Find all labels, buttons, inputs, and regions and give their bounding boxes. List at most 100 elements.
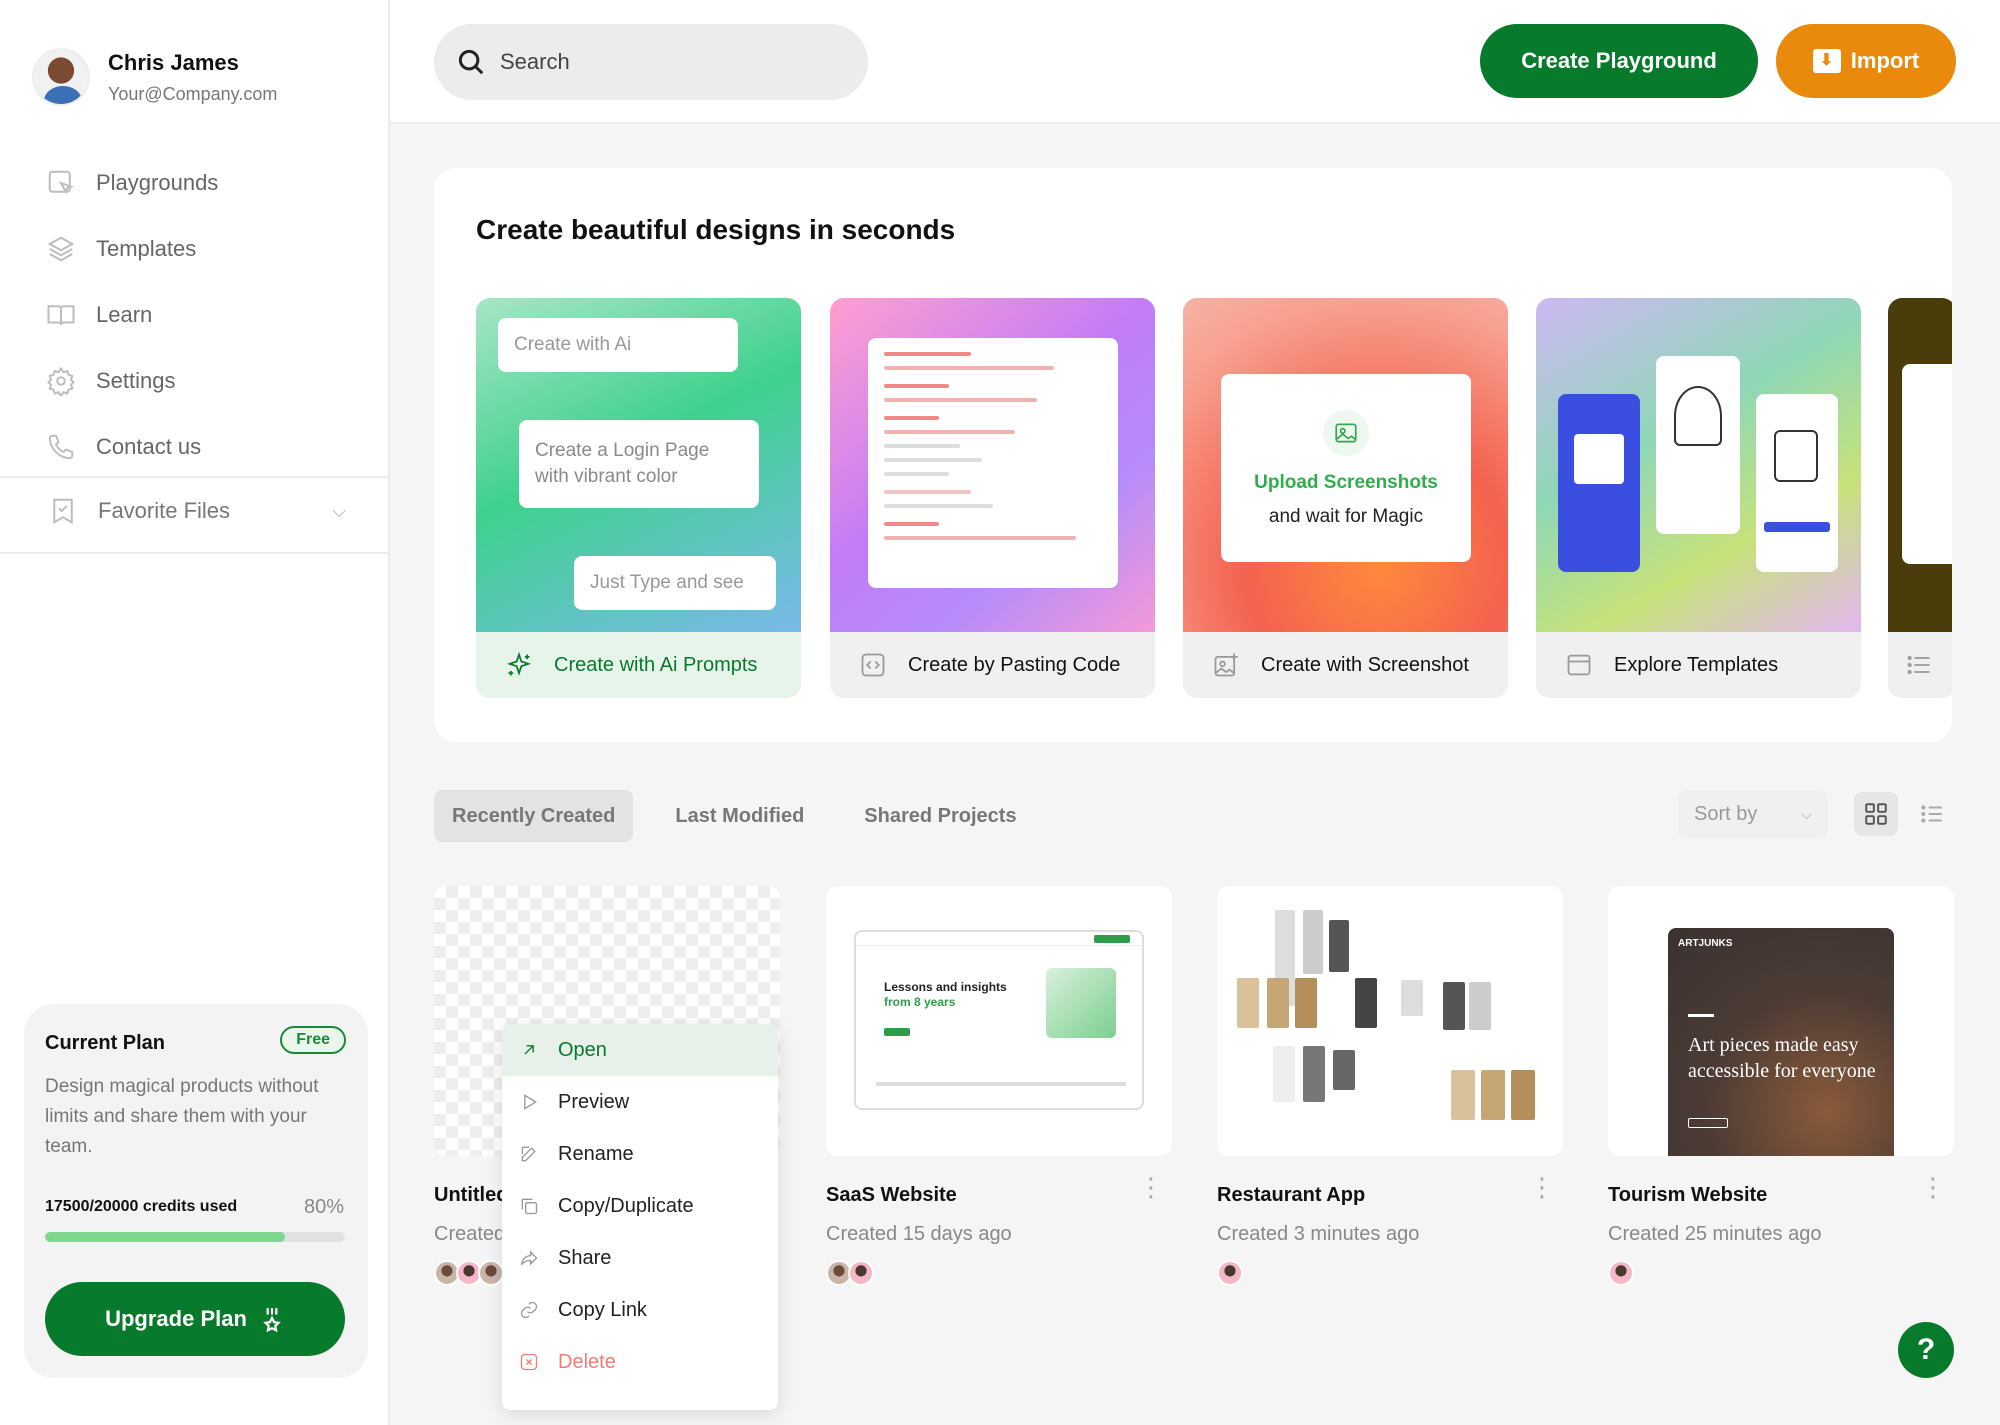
- profile-email: Your@Company.com: [108, 83, 278, 104]
- sort-label: Sort by: [1694, 802, 1758, 825]
- project-context-menu: Open Preview Rename Copy/Duplicate Share…: [502, 1024, 778, 1410]
- menu-item-delete[interactable]: Delete: [502, 1336, 778, 1388]
- menu-item-copy-link[interactable]: Copy Link: [502, 1284, 778, 1336]
- sidebar-item-label: Learn: [96, 302, 153, 327]
- avatar: [1217, 1260, 1243, 1286]
- upgrade-plan-button[interactable]: Upgrade Plan: [45, 1282, 345, 1356]
- menu-item-label: Share: [558, 1246, 612, 1269]
- card-screenshot[interactable]: Upload Screenshots and wait for Magic Cr…: [1183, 298, 1508, 698]
- card-more[interactable]: [1888, 298, 1952, 698]
- sidebar-item-playgrounds[interactable]: Playgrounds: [44, 150, 374, 216]
- card-code-footer: Create by Pasting Code: [830, 632, 1155, 698]
- card-ai-prompts[interactable]: Create with Ai Create a Login Page with …: [476, 298, 801, 698]
- more-options-icon[interactable]: ⋮: [1138, 1174, 1164, 1200]
- profile-text: Chris James Your@Company.com: [108, 50, 277, 105]
- list-icon: [1904, 650, 1934, 680]
- credits-progress-bar: [45, 1232, 345, 1242]
- collaborator-avatars: [1217, 1260, 1563, 1286]
- import-button[interactable]: Import: [1776, 24, 1956, 98]
- gear-icon: [44, 364, 78, 398]
- menu-item-label: Open: [558, 1038, 607, 1061]
- menu-item-preview[interactable]: Preview: [502, 1076, 778, 1128]
- site-logo: ARTJUNKS: [1678, 938, 1733, 949]
- create-designs-panel: Create beautiful designs in seconds Crea…: [434, 168, 1952, 742]
- card-more-preview: [1888, 298, 1952, 632]
- chevron-down-icon: ⌵: [1801, 805, 1812, 822]
- sidebar-item-settings[interactable]: Settings: [44, 348, 374, 414]
- card-ai-footer: Create with Ai Prompts: [476, 632, 801, 698]
- help-button[interactable]: ?: [1898, 1322, 1954, 1378]
- upgrade-plan-label: Upgrade Plan: [105, 1306, 247, 1331]
- upload-dropzone[interactable]: Upload Screenshots and wait for Magic: [1221, 374, 1471, 562]
- image-plus-icon: [1211, 650, 1241, 680]
- menu-item-label: Copy/Duplicate: [558, 1194, 694, 1217]
- project-card-tourism[interactable]: ARTJUNKS Art pieces made easy accessible…: [1608, 886, 1954, 1286]
- share-icon: [518, 1247, 540, 1269]
- sidebar-item-label: Settings: [96, 368, 176, 393]
- credits-progress-fill: [45, 1232, 285, 1242]
- tab-recently-created[interactable]: Recently Created: [434, 790, 634, 842]
- tab-shared-projects[interactable]: Shared Projects: [846, 790, 1034, 842]
- card-label: Create by Pasting Code: [908, 653, 1121, 676]
- project-tabs: Recently Created Last Modified Shared Pr…: [434, 790, 1059, 842]
- top-bar: Create Playground Import: [390, 0, 2000, 124]
- hero-title: Create beautiful designs in seconds: [476, 214, 956, 245]
- search-input[interactable]: [500, 49, 860, 75]
- project-subtitle: Created 3 minutes ago: [1217, 1223, 1420, 1245]
- avatar: [478, 1260, 504, 1286]
- project-thumbnail[interactable]: [1217, 886, 1563, 1156]
- collaborator-avatars: [1608, 1260, 1954, 1286]
- sidebar-item-templates[interactable]: Templates: [44, 216, 374, 282]
- list-view-button[interactable]: [1910, 792, 1954, 836]
- project-thumbnail[interactable]: ARTJUNKS Art pieces made easy accessible…: [1608, 886, 1954, 1156]
- tab-last-modified[interactable]: Last Modified: [657, 790, 822, 842]
- favorite-files-label: Favorite Files: [98, 498, 231, 523]
- menu-item-open[interactable]: Open: [502, 1024, 778, 1076]
- grid-view-button[interactable]: [1854, 792, 1898, 836]
- card-label: Create with Ai Prompts: [554, 653, 758, 676]
- template-icon: [1564, 650, 1594, 680]
- profile[interactable]: Chris James Your@Company.com: [32, 48, 277, 106]
- upload-title: Upload Screenshots: [1254, 472, 1438, 493]
- more-options-icon[interactable]: ⋮: [1529, 1174, 1555, 1200]
- sidebar-item-label: Templates: [96, 236, 197, 261]
- card-templates-preview: [1536, 298, 1861, 632]
- more-options-icon[interactable]: ⋮: [1920, 1174, 1946, 1200]
- card-paste-code[interactable]: Create by Pasting Code: [830, 298, 1155, 698]
- card-ai-preview: Create with Ai Create a Login Page with …: [476, 298, 801, 632]
- favorite-files-toggle[interactable]: Favorite Files ⌵: [46, 494, 346, 528]
- card-templates[interactable]: Explore Templates: [1536, 298, 1861, 698]
- avatar: [1608, 1260, 1634, 1286]
- menu-item-rename[interactable]: Rename: [502, 1128, 778, 1180]
- card-screenshot-footer: Create with Screenshot: [1183, 632, 1508, 698]
- play-icon: [518, 1091, 540, 1113]
- sidebar-item-contact[interactable]: Contact us: [44, 414, 374, 480]
- plan-title: Current Plan: [45, 1032, 166, 1054]
- menu-item-duplicate[interactable]: Copy/Duplicate: [502, 1180, 778, 1232]
- sidebar-item-learn[interactable]: Learn: [44, 282, 374, 348]
- project-card-saas[interactable]: Lessons and insights from 8 years SaaS W…: [826, 886, 1172, 1286]
- sidebar-divider: [0, 552, 388, 554]
- search-bar[interactable]: [434, 24, 868, 100]
- sort-dropdown[interactable]: Sort by ⌵: [1678, 790, 1828, 838]
- project-title: SaaS Website: [826, 1184, 957, 1206]
- project-thumbnail[interactable]: Lessons and insights from 8 years: [826, 886, 1172, 1156]
- create-options: Create with Ai Create a Login Page with …: [476, 298, 1952, 698]
- template-preview: [1656, 356, 1740, 534]
- import-label: Import: [1850, 48, 1920, 73]
- current-plan-card: Current Plan Free Design magical product…: [24, 1004, 368, 1378]
- search-icon: [458, 49, 484, 75]
- upload-subtitle: and wait for Magic: [1268, 506, 1424, 527]
- sidebar-item-label: Contact us: [96, 434, 202, 459]
- project-subtitle: Created 15 days ago: [826, 1223, 1012, 1245]
- delete-icon: [518, 1351, 540, 1373]
- card-more-footer: [1888, 632, 1952, 698]
- menu-item-share[interactable]: Share: [502, 1232, 778, 1284]
- phone-icon: [44, 430, 78, 464]
- arrow-up-right-icon: [518, 1039, 540, 1061]
- create-playground-button[interactable]: Create Playground: [1480, 24, 1758, 98]
- menu-item-label: Preview: [558, 1090, 630, 1113]
- code-snippet: [868, 338, 1118, 588]
- copy-icon: [518, 1195, 540, 1217]
- project-card-restaurant[interactable]: Restaurant App Created 3 minutes ago ⋮: [1217, 886, 1563, 1286]
